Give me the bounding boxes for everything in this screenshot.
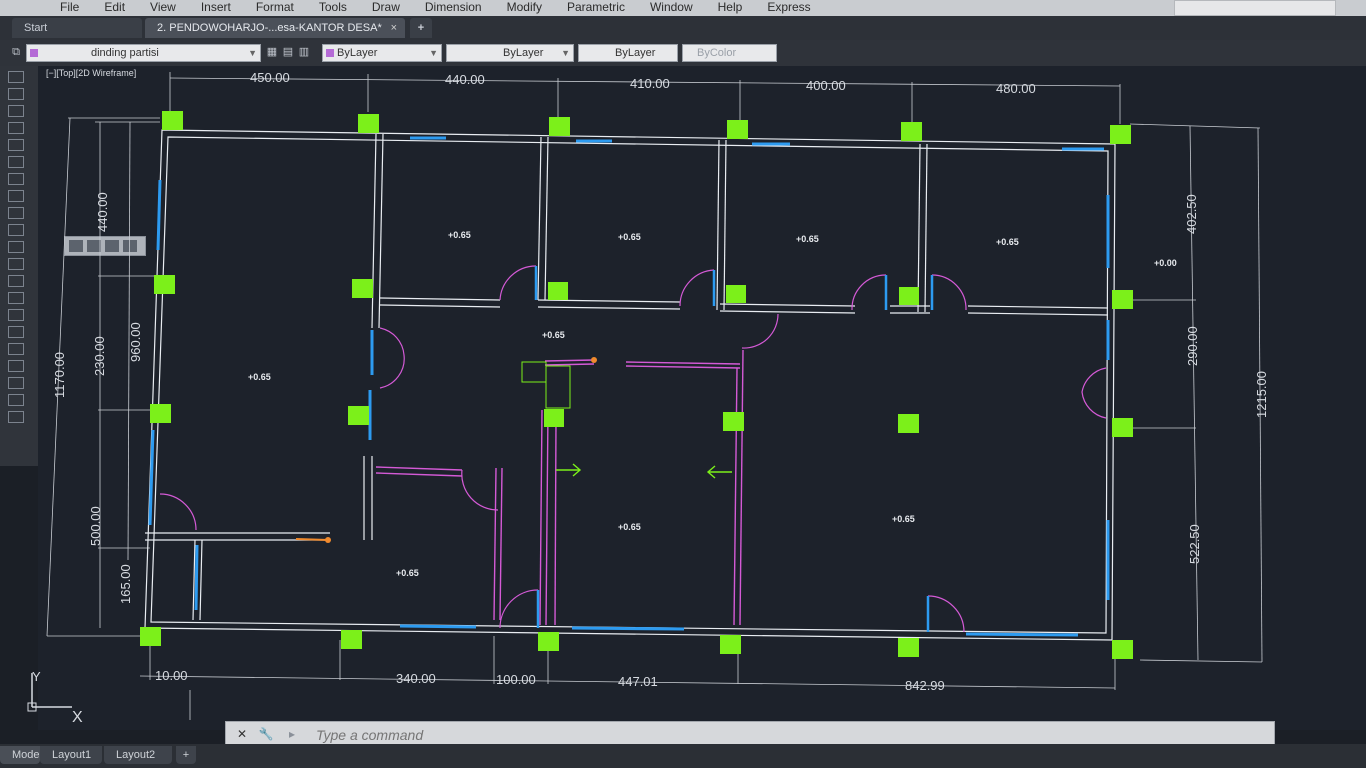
dim-right-3: 522.50 xyxy=(1187,524,1202,564)
level-room-2: +0.65 xyxy=(618,232,641,242)
close-command-icon[interactable]: ✕ xyxy=(234,727,250,741)
command-history-icon[interactable]: ▸ xyxy=(284,727,300,741)
ucs-y-label: Y xyxy=(32,669,41,684)
dim-top-4: 400.00 xyxy=(806,78,846,93)
level-center-room: +0.65 xyxy=(618,522,641,532)
level-room-3: +0.65 xyxy=(796,234,819,244)
layout-tab-bar: Model Layout1 Layout2 + xyxy=(0,744,1366,768)
grip-marker xyxy=(325,537,331,543)
walls xyxy=(144,129,1116,641)
dim-left-1: 440.00 xyxy=(95,192,110,232)
dim-right-1: 402.50 xyxy=(1184,194,1199,234)
dim-top-3: 410.00 xyxy=(630,76,670,91)
structural-columns xyxy=(140,111,1133,659)
windows xyxy=(148,136,1110,637)
level-right-room: +0.65 xyxy=(892,514,915,524)
tab-layout1[interactable]: Layout1 xyxy=(40,746,102,764)
dim-bottom-4: 842.99 xyxy=(905,678,945,693)
dim-left-mid: 960.00 xyxy=(128,322,143,362)
floor-plan-drawing: 450.00 440.00 410.00 400.00 480.00 340.0… xyxy=(46,70,1269,720)
tab-layout2[interactable]: Layout2 xyxy=(104,746,172,764)
dim-bottom-left: 10.00 xyxy=(155,668,188,683)
level-terrace: +0.00 xyxy=(1154,258,1177,268)
command-input[interactable] xyxy=(314,726,1248,744)
level-texts: +0.65 +0.65 +0.65 +0.65 +0.00 +0.65 +0.6… xyxy=(248,230,1177,578)
selected-wall xyxy=(295,538,329,541)
level-room-4: +0.65 xyxy=(996,237,1019,247)
level-left-room: +0.65 xyxy=(248,372,271,382)
dim-top-1: 450.00 xyxy=(250,70,290,85)
dim-right-2: 290.00 xyxy=(1185,326,1200,366)
dim-left-4: 165.00 xyxy=(118,564,133,604)
ucs-x-axis-label: X xyxy=(72,709,83,726)
direction-arrows xyxy=(556,463,732,479)
dim-left-outer: 1170.00 xyxy=(52,352,67,398)
partition-walls xyxy=(375,349,744,626)
dim-top-2: 440.00 xyxy=(445,72,485,87)
add-layout-button[interactable]: + xyxy=(176,746,196,764)
wrench-icon[interactable]: 🔧 xyxy=(258,727,274,741)
ucs-icon: Y X xyxy=(27,669,84,715)
tab-model[interactable]: Model xyxy=(0,746,42,764)
grip-marker xyxy=(591,357,597,363)
level-bottom-left-room: +0.65 xyxy=(396,568,419,578)
dim-bottom-1: 340.00 xyxy=(396,671,436,686)
dim-left-3: 500.00 xyxy=(88,506,103,546)
dim-top-5: 480.00 xyxy=(996,81,1036,96)
dim-bottom-3: 447.01 xyxy=(618,674,658,689)
dim-left-2: 230.00 xyxy=(92,336,107,376)
misc-outlines xyxy=(521,361,571,409)
dim-bottom-2: 100.00 xyxy=(496,672,536,687)
door-swings xyxy=(159,265,1107,633)
dim-right-outer: 1215.00 xyxy=(1254,371,1269,418)
level-corridor: +0.65 xyxy=(542,330,565,340)
level-room-1: +0.65 xyxy=(448,230,471,240)
